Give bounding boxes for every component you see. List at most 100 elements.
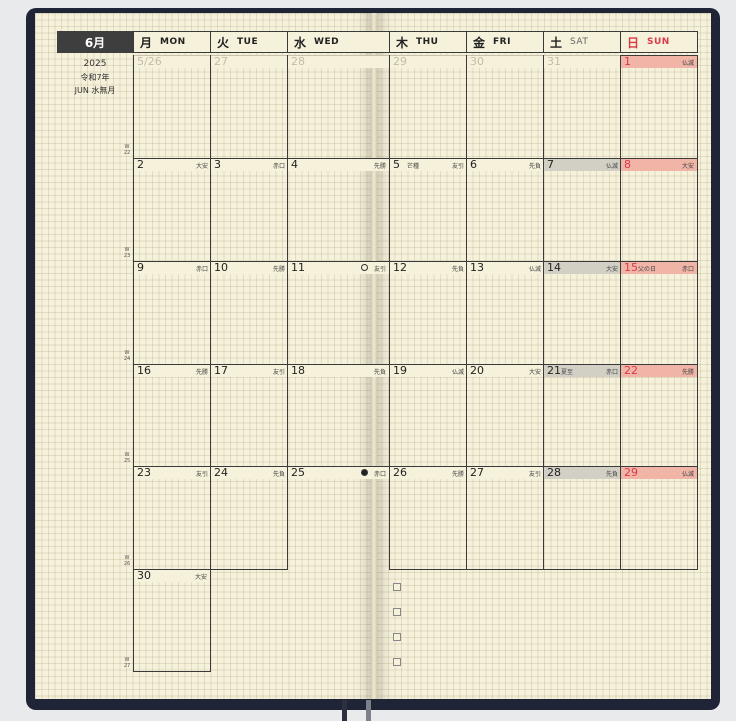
date-band: 15 赤口 父の日 [621, 261, 697, 274]
date-band: 5 友引 芒種 [390, 158, 467, 171]
checkbox[interactable] [393, 633, 401, 641]
day-cell[interactable]: 29 [389, 55, 467, 158]
rokuyo-label: 先勝 [373, 163, 386, 170]
rokuyo-label: 赤口 [605, 369, 618, 376]
day-cell[interactable]: 27 [210, 55, 288, 158]
day-cell[interactable]: 18 先負 [287, 364, 390, 466]
day-cell[interactable]: 24 先負 [210, 466, 288, 569]
date-band: 28 [288, 55, 389, 68]
date-band: 23 友引 [134, 466, 211, 479]
weekday-header: 火 TUE [210, 31, 287, 53]
day-cell[interactable]: 26 先勝 [389, 466, 467, 569]
day-number: 9 [137, 261, 144, 274]
date-band: 22 先勝 [621, 364, 697, 377]
rokuyo-label: 仏滅 [605, 163, 618, 170]
day-number: 13 [470, 261, 484, 274]
checkbox[interactable] [393, 608, 401, 616]
day-cell[interactable]: 10 先勝 [210, 261, 288, 364]
day-cell[interactable]: 9 赤口 [133, 261, 211, 364]
day-number: 28 [547, 466, 561, 479]
day-cell[interactable]: 7 仏滅 [543, 158, 621, 261]
day-cell[interactable]: 17 友引 [210, 364, 288, 466]
rokuyo-label: 先勝 [681, 369, 694, 376]
day-cell[interactable]: 14 大安 [543, 261, 621, 364]
date-band: 29 [390, 55, 467, 68]
day-cell[interactable]: 28 [287, 55, 390, 158]
day-number: 10 [214, 261, 228, 274]
day-number: 22 [624, 364, 638, 377]
day-number: 31 [547, 55, 561, 68]
day-cell[interactable]: 6 先負 [466, 158, 544, 261]
date-band: 13 仏滅 [467, 261, 544, 274]
day-cell[interactable]: 28 先負 [543, 466, 621, 569]
day-number: 29 [393, 55, 407, 68]
date-band: 5/26 [134, 55, 211, 68]
date-band: 4 先勝 [288, 158, 389, 171]
date-band: 28 先負 [544, 466, 621, 479]
day-cell[interactable]: 29 仏滅 [620, 466, 698, 569]
weekday-en: WED [314, 37, 340, 47]
date-band: 9 赤口 [134, 261, 211, 274]
day-number: 15 [624, 261, 638, 274]
day-cell[interactable]: 4 先勝 [287, 158, 390, 261]
checkbox[interactable] [393, 583, 401, 591]
day-number: 7 [547, 158, 554, 171]
checkbox[interactable] [393, 658, 401, 666]
day-cell[interactable]: 23 友引 [133, 466, 211, 569]
day-cell[interactable]: 1 仏滅 [620, 55, 698, 158]
day-cell[interactable]: 8 大安 [620, 158, 698, 261]
day-cell[interactable]: 3 赤口 [210, 158, 288, 261]
day-number: 16 [137, 364, 151, 377]
grid-bottom-line [210, 569, 288, 570]
day-cell[interactable]: 22 先勝 [620, 364, 698, 466]
day-cell[interactable]: 31 [543, 55, 621, 158]
day-cell[interactable]: 11 友引 [287, 261, 390, 364]
day-cell[interactable]: 27 友引 [466, 466, 544, 569]
date-band: 30 [467, 55, 544, 68]
rokuyo-label: 先勝 [272, 266, 285, 273]
day-cell[interactable]: 20 大安 [466, 364, 544, 466]
day-cell[interactable]: 25 赤口 [287, 466, 390, 569]
day-cell[interactable]: 2 大安 [133, 158, 211, 261]
rokuyo-label: 仏滅 [681, 471, 694, 478]
date-band: 11 友引 [288, 261, 389, 274]
day-cell[interactable]: 15 赤口 父の日 [620, 261, 698, 364]
rokuyo-label: 先負 [528, 163, 541, 170]
week-number: W 25 [123, 452, 131, 464]
day-cell[interactable]: 19 仏滅 [389, 364, 467, 466]
day-cell[interactable]: 21 赤口 夏至 [543, 364, 621, 466]
bookmark-ribbon-gray [366, 700, 371, 721]
day-cell[interactable]: 12 先負 [389, 261, 467, 364]
day-cell[interactable]: 5/26 [133, 55, 211, 158]
side-year: 2025 [83, 59, 107, 69]
day-number: 24 [214, 466, 228, 479]
date-band: 1 仏滅 [621, 55, 697, 68]
day-number: 20 [470, 364, 484, 377]
date-band: 14 大安 [544, 261, 621, 274]
rokuyo-label: 仏滅 [451, 369, 464, 376]
day-cell[interactable]: 16 先勝 [133, 364, 211, 466]
day-number: 3 [214, 158, 221, 171]
day-cell[interactable]: 13 仏滅 [466, 261, 544, 364]
rokuyo-label: 赤口 [681, 266, 694, 273]
day-number: 27 [470, 466, 484, 479]
rokuyo-label: 友引 [528, 471, 541, 478]
month-header: 6月 [57, 31, 133, 53]
weekday-en: SAT [570, 37, 589, 47]
rokuyo-label: 先負 [451, 266, 464, 273]
weekday-jp: 水 [294, 35, 307, 50]
date-band: 7 仏滅 [544, 158, 621, 171]
day-number: 8 [624, 158, 631, 171]
rokuyo-label: 先勝 [451, 471, 464, 478]
day-cell[interactable]: 5 友引 芒種 [389, 158, 467, 261]
date-band: 18 先負 [288, 364, 389, 377]
holiday-label: 父の日 [638, 266, 657, 273]
weekday-en: TUE [237, 37, 259, 47]
day-cell[interactable]: 30 [466, 55, 544, 158]
day-cell[interactable]: 30 大安 [133, 569, 211, 671]
rokuyo-label: 友引 [451, 163, 464, 170]
date-band: 16 先勝 [134, 364, 211, 377]
weekday-en: SUN [647, 37, 670, 47]
date-band: 3 赤口 [211, 158, 288, 171]
day-number: 4 [291, 158, 298, 171]
